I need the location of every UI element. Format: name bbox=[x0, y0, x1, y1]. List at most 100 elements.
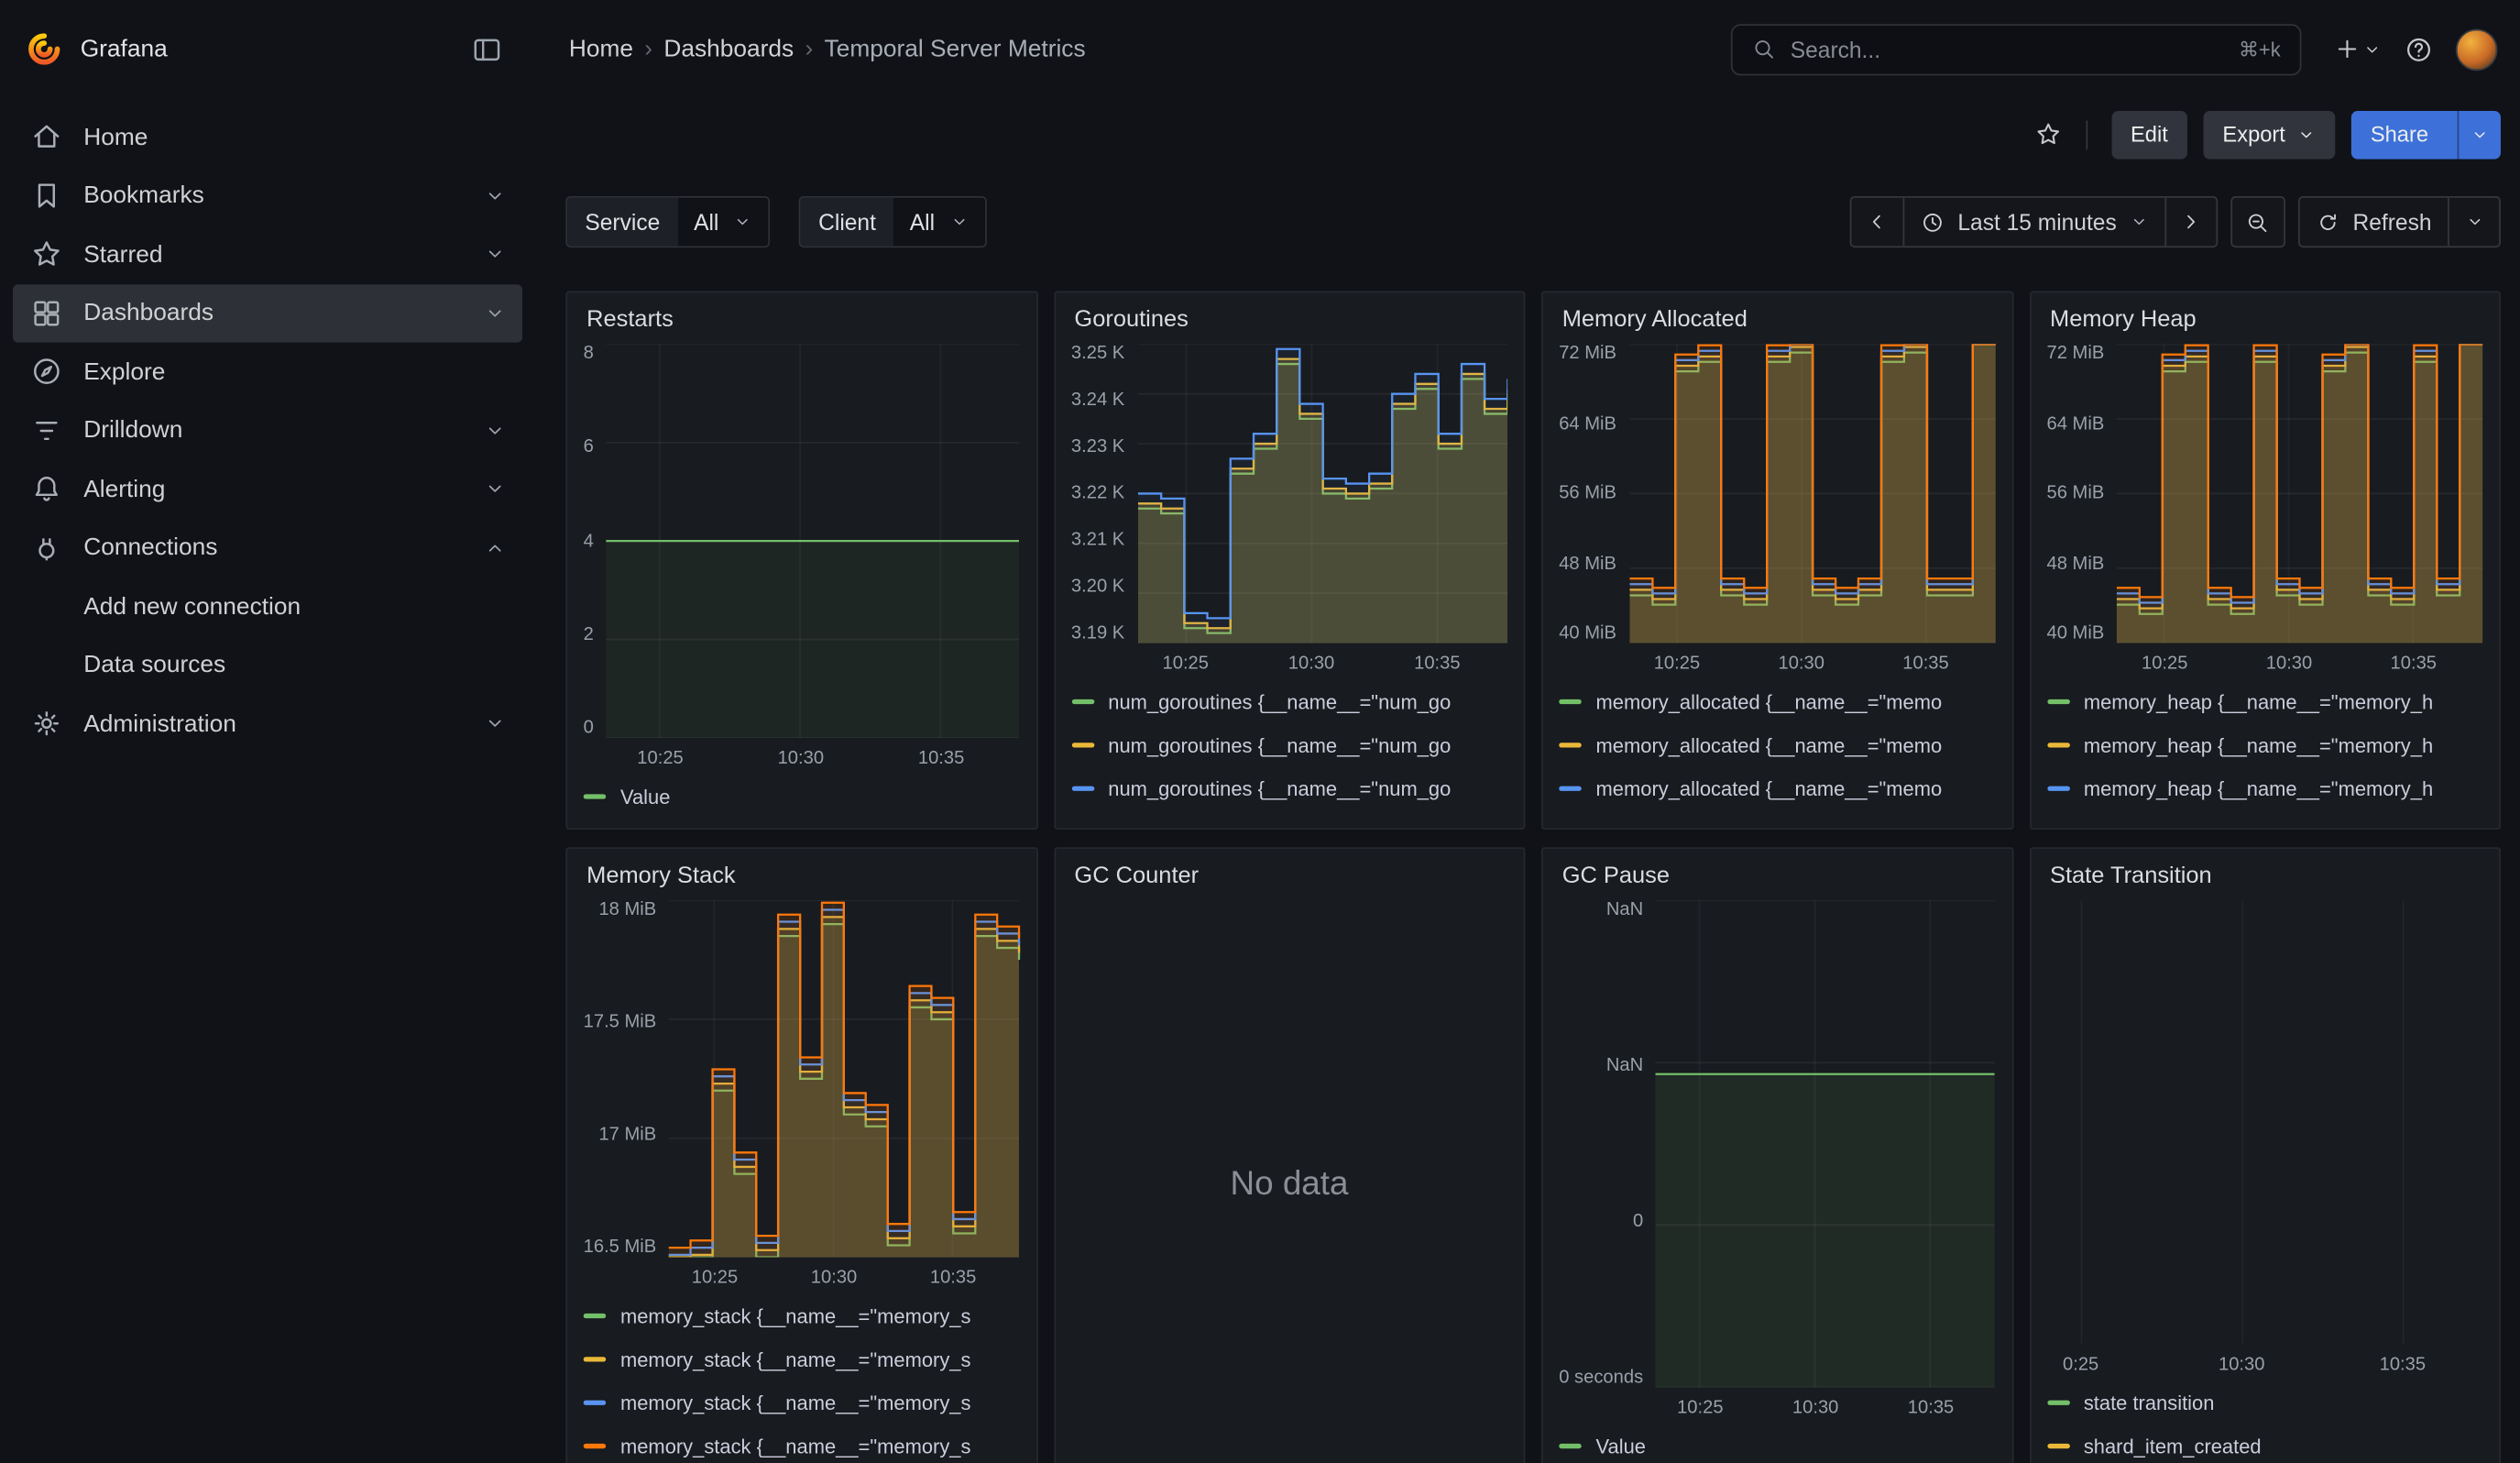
legend-item[interactable]: num_goroutines {__name__="num_go bbox=[1071, 767, 1507, 810]
sidebar-item-connections[interactable]: Connections bbox=[13, 519, 522, 578]
panel-title[interactable]: Memory Stack bbox=[584, 857, 1020, 900]
legend-item[interactable]: state transition bbox=[2046, 1381, 2482, 1424]
legend: memory_heap {__name__="memory_hmemory_he… bbox=[2046, 676, 2482, 818]
time-back-button[interactable] bbox=[1852, 198, 1903, 247]
legend-label: memory_allocated {__name__="memo bbox=[1596, 777, 1943, 800]
legend-item[interactable]: shard_item_created bbox=[2046, 1424, 2482, 1463]
time-range-picker[interactable]: Last 15 minutes bbox=[1903, 198, 2165, 247]
sidebar-item-add-new-connection[interactable]: Add new connection bbox=[13, 578, 522, 636]
legend-item[interactable]: memory_stack {__name__="memory_s bbox=[584, 1337, 1020, 1380]
chart-canvas[interactable] bbox=[669, 900, 1020, 1257]
legend-marker-icon bbox=[2046, 742, 2069, 747]
panel-title[interactable]: Goroutines bbox=[1071, 301, 1507, 344]
share-button[interactable]: Share bbox=[2351, 110, 2501, 159]
x-tick-label: 10:25 bbox=[692, 1269, 738, 1288]
legend-marker-icon bbox=[1559, 1444, 1582, 1448]
legend-label: Value bbox=[620, 786, 670, 808]
sidebar-item-home[interactable]: Home bbox=[13, 108, 522, 167]
legend-item[interactable]: num_goroutines {__name__="num_go bbox=[1071, 723, 1507, 766]
legend: num_goroutines {__name__="num_gonum_goro… bbox=[1071, 676, 1507, 818]
legend-item[interactable]: num_goroutines {__name__="num_go bbox=[1071, 680, 1507, 723]
legend-item[interactable]: memory_heap {__name__="memory_h bbox=[2046, 767, 2482, 810]
legend-item[interactable]: memory_heap {__name__="memory_h bbox=[2046, 680, 2482, 723]
sidebar-item-alerting[interactable]: Alerting bbox=[13, 460, 522, 519]
legend-item[interactable]: memory_heap {__name__="memory_h bbox=[2046, 810, 2482, 819]
zoom-out-button[interactable] bbox=[2232, 198, 2284, 247]
chart-canvas[interactable] bbox=[2117, 344, 2482, 643]
main-content: Edit Export Share ServiceAllClientAll bbox=[535, 98, 2520, 1463]
legend-item[interactable]: Value bbox=[584, 775, 1020, 818]
divider bbox=[2086, 120, 2087, 149]
y-tick-label: 56 MiB bbox=[1559, 484, 1616, 503]
legend-item[interactable]: memory_allocated {__name__="memo bbox=[1559, 810, 1995, 819]
legend-marker-icon bbox=[584, 794, 607, 798]
sidebar-item-bookmarks[interactable]: Bookmarks bbox=[13, 167, 522, 226]
avatar[interactable] bbox=[2456, 28, 2498, 71]
filter-value-dropdown[interactable]: All bbox=[893, 198, 984, 247]
legend-item[interactable]: memory_allocated {__name__="memo bbox=[1559, 767, 1995, 810]
x-tick-label: 10:30 bbox=[1792, 1399, 1838, 1418]
legend-item[interactable]: memory_allocated {__name__="memo bbox=[1559, 680, 1995, 723]
sidebar-item-explore[interactable]: Explore bbox=[13, 343, 522, 402]
panel-title[interactable]: GC Counter bbox=[1071, 857, 1507, 900]
y-tick-label: 16.5 MiB bbox=[584, 1238, 657, 1257]
sidebar-item-dashboards[interactable]: Dashboards bbox=[13, 284, 522, 343]
legend-item[interactable]: num_goroutines {__name__="num_go bbox=[1071, 810, 1507, 819]
chart-canvas[interactable] bbox=[1137, 344, 1507, 643]
chevron-down-icon bbox=[949, 213, 969, 232]
y-tick-label: 6 bbox=[584, 437, 594, 456]
drilldown-icon bbox=[30, 414, 62, 446]
panel-title[interactable]: State Transition bbox=[2046, 857, 2482, 900]
legend-item[interactable]: memory_stack {__name__="memory_s bbox=[584, 1381, 1020, 1424]
time-forward-button[interactable] bbox=[2164, 198, 2216, 247]
edit-button[interactable]: Edit bbox=[2111, 110, 2187, 159]
legend-item[interactable]: memory_allocated {__name__="memo bbox=[1559, 723, 1995, 766]
breadcrumb-home[interactable]: Home bbox=[569, 36, 633, 63]
sidebar-item-administration[interactable]: Administration bbox=[13, 695, 522, 754]
timeseries-chart: 8642010:2510:3010:35 bbox=[584, 344, 1020, 772]
breadcrumb-dashboards[interactable]: Dashboards bbox=[663, 36, 794, 63]
panel-state-transition: State Transition0:2510:3010:35state tran… bbox=[2029, 847, 2501, 1463]
chevron-down-icon bbox=[2471, 125, 2490, 144]
sidebar-item-starred[interactable]: Starred bbox=[13, 226, 522, 284]
share-menu-button[interactable] bbox=[2458, 110, 2501, 159]
legend-item[interactable]: memory_stack {__name__="memory_s bbox=[584, 1294, 1020, 1337]
sidebar-item-data-sources[interactable]: Data sources bbox=[13, 636, 522, 695]
grafana-logo-icon[interactable] bbox=[26, 30, 62, 67]
y-tick-label: 8 bbox=[584, 344, 594, 363]
sidebar-item-label: Drilldown bbox=[83, 417, 182, 445]
legend-item[interactable]: memory_stack {__name__="memory_s bbox=[584, 1424, 1020, 1463]
sidebar: HomeBookmarksStarredDashboardsExplore Dri… bbox=[0, 98, 535, 1463]
x-tick-label: 10:35 bbox=[2391, 654, 2437, 674]
panel-memory-heap: Memory Heap72 MiB64 MiB56 MiB48 MiB40 Mi… bbox=[2029, 291, 2501, 830]
filter-selected-value: All bbox=[694, 209, 718, 235]
favorite-star-button[interactable] bbox=[2034, 121, 2062, 148]
chart-canvas[interactable] bbox=[2060, 900, 2483, 1344]
panel-title[interactable]: Memory Heap bbox=[2046, 301, 2482, 344]
panel-title[interactable]: Restarts bbox=[584, 301, 1020, 344]
new-button[interactable] bbox=[2328, 28, 2389, 71]
panel-title[interactable]: GC Pause bbox=[1559, 857, 1995, 900]
zoom-out-icon bbox=[2246, 210, 2270, 234]
sidebar-item-drilldown[interactable]: Drilldown bbox=[13, 402, 522, 460]
y-tick-label: 3.25 K bbox=[1071, 344, 1124, 363]
y-tick-label: 0 bbox=[1633, 1212, 1643, 1231]
refresh-button[interactable]: Refresh bbox=[2300, 198, 2448, 247]
refresh-interval-button[interactable] bbox=[2448, 198, 2499, 247]
y-axis: NaNNaN00 seconds bbox=[1559, 900, 1656, 1387]
y-tick-label: 3.22 K bbox=[1071, 484, 1124, 503]
filter-value-dropdown[interactable]: All bbox=[678, 198, 769, 247]
panel-title[interactable]: Memory Allocated bbox=[1559, 301, 1995, 344]
x-tick-label: 10:35 bbox=[1908, 1399, 1954, 1418]
export-button[interactable]: Export bbox=[2203, 110, 2335, 159]
chart-canvas[interactable] bbox=[607, 344, 1020, 738]
chart-canvas[interactable] bbox=[1656, 900, 1995, 1387]
search-input[interactable]: Search... ⌘+k bbox=[1731, 23, 2302, 74]
help-button[interactable] bbox=[2398, 27, 2440, 72]
y-tick-label: 72 MiB bbox=[1559, 344, 1616, 363]
no-data-message: No data bbox=[1071, 900, 1507, 1463]
chart-canvas[interactable] bbox=[1629, 344, 1995, 643]
legend-item[interactable]: Value bbox=[1559, 1424, 1995, 1463]
legend-item[interactable]: memory_heap {__name__="memory_h bbox=[2046, 723, 2482, 766]
sidebar-toggle-button[interactable] bbox=[465, 27, 509, 72]
